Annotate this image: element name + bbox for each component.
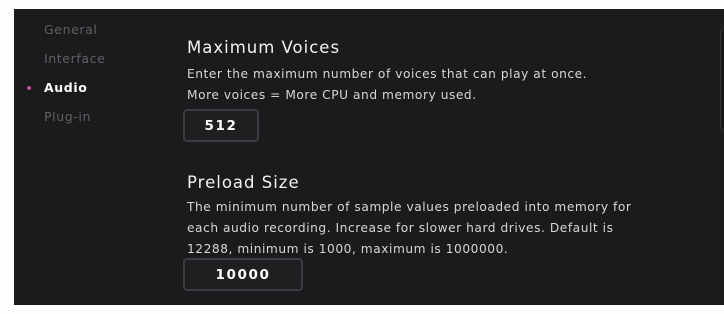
sidebar-item-audio[interactable]: Audio <box>27 80 88 96</box>
sidebar: General Interface Audio Plug-in <box>14 9 164 305</box>
preload-size-title: Preload Size <box>187 173 300 192</box>
description-line: More voices = More CPU and memory used. <box>187 88 477 102</box>
sidebar-item-label: Interface <box>44 51 106 66</box>
description-line: each audio recording. Increase for slowe… <box>187 221 614 235</box>
description-line: Enter the maximum number of voices that … <box>187 67 588 81</box>
sidebar-item-label: General <box>44 22 98 37</box>
sidebar-item-label: Plug-in <box>44 109 91 124</box>
description-line: The minimum number of sample values prel… <box>187 200 632 214</box>
sidebar-item-general[interactable]: General <box>44 22 97 38</box>
preload-size-description: The minimum number of sample values prel… <box>187 197 631 260</box>
description-line: 12288, minimum is 1000, maximum is 10000… <box>187 242 509 256</box>
preload-size-input[interactable] <box>183 258 303 291</box>
adjacent-panel-edge <box>720 26 724 132</box>
sidebar-item-interface[interactable]: Interface <box>44 51 105 67</box>
maximum-voices-input[interactable] <box>183 109 259 142</box>
preferences-window: General Interface Audio Plug-in Maximum … <box>14 9 724 305</box>
maximum-voices-description: Enter the maximum number of voices that … <box>187 64 587 106</box>
sidebar-item-plugin[interactable]: Plug-in <box>44 109 91 125</box>
maximum-voices-title: Maximum Voices <box>187 38 341 57</box>
active-indicator-dot-icon <box>27 86 31 90</box>
sidebar-item-label: Audio <box>44 80 88 95</box>
